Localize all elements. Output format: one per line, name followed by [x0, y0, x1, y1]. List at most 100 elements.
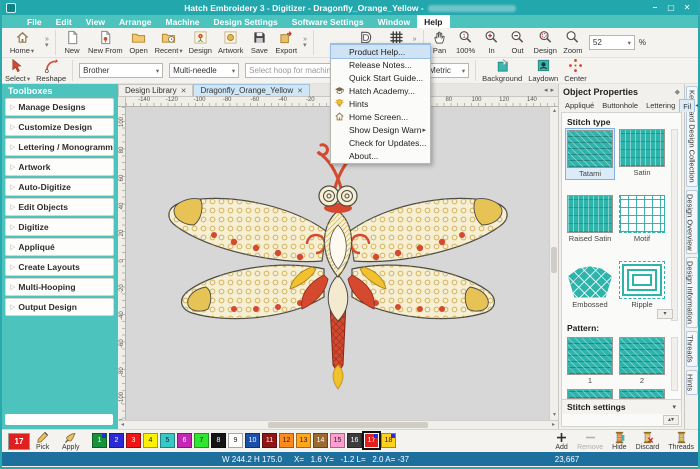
100-button[interactable]: 1100%	[453, 29, 479, 57]
docker-tab-design-overview[interactable]: Design Overview	[686, 190, 698, 255]
export-button[interactable]: Export	[272, 29, 300, 57]
close-tab-icon[interactable]: ✕	[181, 87, 187, 95]
current-color-swatch[interactable]: 17	[8, 433, 30, 450]
stitch-type-raised-satin[interactable]: Raised Satin	[566, 195, 614, 243]
toolbox-item-create-layouts[interactable]: ▷Create Layouts	[5, 258, 114, 276]
hide-button[interactable]: Hide	[612, 431, 626, 451]
horizontal-scrollbar[interactable]: ◂▸	[118, 420, 558, 429]
help-menu-item-check-for-updates[interactable]: Check for Updates...	[331, 136, 430, 149]
menu-machine[interactable]: Machine	[159, 15, 207, 28]
palette-color-11[interactable]: 11	[262, 433, 277, 448]
machine-combo[interactable]: Brother▾	[79, 63, 163, 78]
toolbox-item-digitize[interactable]: ▷Digitize	[5, 218, 114, 236]
background-button[interactable]: Background	[479, 59, 525, 83]
menu-edit[interactable]: Edit	[49, 15, 79, 28]
zoom-level-combo[interactable]: 52▾	[589, 35, 635, 50]
center-button[interactable]: Center	[561, 59, 590, 83]
panel-scroll-arrows[interactable]: ▴▾	[663, 415, 679, 425]
help-menu-item-show-design-warning[interactable]: Show Design Warning▸	[331, 123, 430, 136]
docker-tab-hints[interactable]: Hints	[686, 370, 698, 395]
stitch-scrollbar[interactable]	[671, 129, 678, 321]
document-tab-design-library[interactable]: Design Library✕	[118, 84, 193, 96]
toolbox-item-auto-digitize[interactable]: ▷Auto-Digitize	[5, 178, 114, 196]
palette-color-2[interactable]: 2	[109, 433, 124, 448]
properties-tab-appliqu[interactable]: Appliqué	[561, 99, 598, 112]
in-button[interactable]: In	[479, 29, 505, 57]
palette-color-17[interactable]: 17	[364, 433, 379, 448]
palette-color-7[interactable]: 7	[194, 433, 209, 448]
palette-color-15[interactable]: 15	[330, 433, 345, 448]
stitch-type-satin[interactable]: Satin	[618, 129, 666, 177]
docker-tab-design-information[interactable]: Design Information	[686, 257, 698, 328]
menu-software-settings[interactable]: Software Settings	[285, 15, 371, 28]
toolbox-item-multi-hooping[interactable]: ▷Multi-Hooping	[5, 278, 114, 296]
zoom-button[interactable]: Zoom	[560, 29, 586, 57]
palette-color-5[interactable]: 5	[160, 433, 175, 448]
properties-tab-arrows[interactable]: ◂▸	[695, 99, 700, 112]
artwork-button[interactable]: Artwork	[215, 29, 246, 57]
apply-color-button[interactable]: Apply	[62, 431, 80, 451]
pin-icon[interactable]: ◆	[675, 88, 680, 96]
menu-window[interactable]: Window	[371, 15, 418, 28]
new-from-button[interactable]: New From	[85, 29, 126, 57]
pattern-scrollbar[interactable]	[671, 337, 678, 391]
needle-combo[interactable]: Multi-needle▾	[169, 63, 239, 78]
close-tab-icon[interactable]: ✕	[297, 87, 303, 95]
help-menu-item-release-notes[interactable]: Release Notes...	[331, 58, 430, 71]
help-menu-item-hints[interactable]: Hints	[331, 97, 430, 110]
help-menu-item-home-screen[interactable]: Home Screen...	[331, 110, 430, 123]
menu-view[interactable]: View	[79, 15, 112, 28]
palette-color-3[interactable]: 3	[126, 433, 141, 448]
palette-color-9[interactable]: 9	[228, 433, 243, 448]
vertical-scroll-thumb[interactable]	[551, 247, 557, 273]
pattern-2[interactable]: 2	[618, 337, 666, 385]
palette-color-16[interactable]: 16	[347, 433, 362, 448]
pattern-partial-1[interactable]	[566, 389, 614, 399]
vertical-scrollbar[interactable]: ▴▾	[549, 107, 558, 420]
toolbox-item-customize-design[interactable]: ▷Customize Design	[5, 118, 114, 136]
toolbox-item-manage-designs[interactable]: ▷Manage Designs	[5, 98, 114, 116]
properties-tab-fil[interactable]: Fil	[679, 99, 695, 112]
palette-color-12[interactable]: 12	[279, 433, 294, 448]
toolbox-item-lettering-monogramming[interactable]: ▷Lettering / Monogramming	[5, 138, 114, 156]
group-expand-icon[interactable]: »▾	[42, 37, 52, 49]
horizontal-scroll-thumb[interactable]	[268, 422, 428, 428]
group-expand-icon[interactable]: »▾	[300, 37, 310, 49]
stitch-type-ripple[interactable]: Ripple	[618, 261, 666, 309]
palette-color-6[interactable]: 6	[177, 433, 192, 448]
stitch-settings-bar[interactable]: Stitch settings ▾	[562, 399, 681, 414]
toolbox-item-edit-objects[interactable]: ▷Edit Objects	[5, 198, 114, 216]
toolbox-item-output-design[interactable]: ▷Output Design	[5, 298, 114, 316]
stitch-more-button[interactable]: ▾	[657, 309, 673, 319]
out-button[interactable]: Out	[505, 29, 531, 57]
help-menu-item-hatch-academy[interactable]: Hatch Academy...	[331, 84, 430, 97]
save-button[interactable]: Save	[246, 29, 272, 57]
help-menu-item-about[interactable]: About...	[331, 149, 430, 162]
palette-color-8[interactable]: 8	[211, 433, 226, 448]
properties-tab-lettering[interactable]: Lettering	[642, 99, 679, 112]
document-tab-dragonfly-orange-yellow[interactable]: Dragonfly_Orange_Yellow✕	[193, 84, 310, 96]
add-button[interactable]: Add	[555, 431, 568, 451]
palette-color-4[interactable]: 4	[143, 433, 158, 448]
menu-file[interactable]: File	[20, 15, 49, 28]
tab-scroll-arrows[interactable]: ◂▸	[544, 84, 558, 96]
docker-tab-threads[interactable]: Threads	[686, 331, 698, 367]
help-menu-item-product-help[interactable]: Product Help...	[331, 45, 430, 58]
reshape-button[interactable]: Reshape	[33, 59, 69, 83]
threads-button[interactable]: Threads	[668, 431, 694, 451]
maximize-button[interactable]: ▢	[664, 3, 678, 12]
properties-tab-buttonhole[interactable]: Buttonhole	[598, 99, 642, 112]
toolbox-item-artwork[interactable]: ▷Artwork	[5, 158, 114, 176]
discard-button[interactable]: Discard	[636, 431, 660, 451]
recent-button[interactable]: Recent▾	[152, 29, 186, 57]
menu-help[interactable]: Help	[417, 15, 449, 28]
stitch-type-motif[interactable]: Motif	[618, 195, 666, 243]
pick-color-button[interactable]: Pick	[36, 431, 49, 451]
close-button[interactable]: ✕	[680, 3, 694, 12]
pattern-1[interactable]: 1	[566, 337, 614, 385]
open-button[interactable]: Open	[126, 29, 152, 57]
home-button[interactable]: Home▾	[2, 29, 42, 57]
select-button[interactable]: Select▾	[2, 59, 33, 83]
design-button[interactable]: Design	[531, 29, 560, 57]
palette-color-13[interactable]: 13	[296, 433, 311, 448]
